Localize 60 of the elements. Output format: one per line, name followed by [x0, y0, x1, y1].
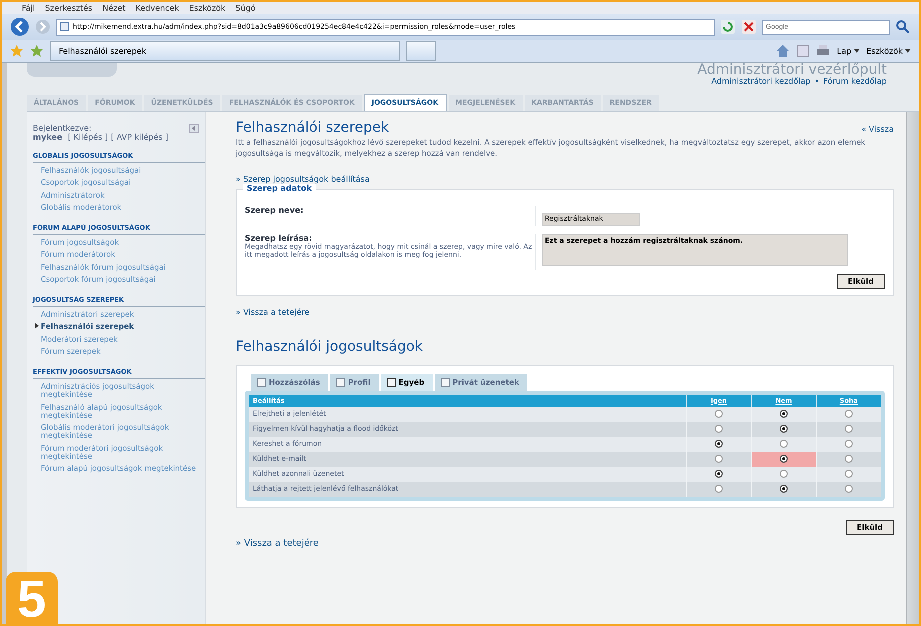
- menu-item[interactable]: Szerkesztés: [45, 4, 93, 12]
- radio-button[interactable]: [780, 455, 788, 464]
- header-link[interactable]: Fórum kezdőlap: [823, 77, 887, 86]
- menu-item[interactable]: Fájl: [22, 4, 36, 12]
- caret-icon: [854, 49, 860, 53]
- menu-item[interactable]: Kedvencek: [136, 4, 180, 12]
- collapse-icon[interactable]: [189, 124, 199, 133]
- page-icon: [60, 22, 70, 32]
- radio-button[interactable]: [715, 470, 723, 478]
- forward-icon[interactable]: [35, 19, 51, 35]
- menu-item[interactable]: Nézet: [102, 4, 126, 12]
- radio-button[interactable]: [715, 425, 723, 434]
- radio-button[interactable]: [715, 410, 723, 418]
- link-separator: •: [814, 77, 820, 86]
- radio-button[interactable]: [715, 455, 723, 464]
- star-plus-icon[interactable]: [30, 44, 44, 58]
- radio-button[interactable]: [845, 440, 853, 448]
- radio-button[interactable]: [715, 440, 723, 448]
- back-to-top-link[interactable]: » Vissza a tetejére: [236, 308, 894, 316]
- radio-button[interactable]: [845, 425, 853, 434]
- logout-link[interactable]: [ AVP kilépés ]: [111, 133, 168, 142]
- section-title: Felhasználói jogosultságok: [236, 338, 424, 354]
- radio-button[interactable]: [780, 440, 788, 448]
- back-to-top-link[interactable]: » Vissza a tetejére: [236, 538, 894, 548]
- menu-item[interactable]: Eszközök: [189, 4, 226, 12]
- back-link[interactable]: « Vissza: [862, 125, 894, 134]
- new-tab-button[interactable]: [406, 41, 436, 61]
- printer-icon[interactable]: [816, 44, 830, 58]
- logged-in-label: Bejelentkezve:: [33, 124, 92, 133]
- refresh-icon[interactable]: [720, 19, 736, 35]
- radio-button[interactable]: [715, 485, 723, 494]
- radio-button[interactable]: [845, 410, 853, 418]
- settings-link[interactable]: » Szerep jogosultságok beállítása: [236, 175, 894, 184]
- search-icon[interactable]: [895, 19, 911, 35]
- scrollbar[interactable]: [906, 112, 919, 624]
- radio-button[interactable]: [780, 485, 788, 494]
- username: mykee: [33, 133, 63, 142]
- menu-item[interactable]: Súgó: [236, 4, 256, 12]
- fieldset-legend: Szerep adatok: [243, 184, 316, 193]
- radio-button[interactable]: [780, 425, 788, 434]
- panel-title: Adminisztrátori vezérlőpult: [698, 63, 887, 77]
- radio-button[interactable]: [845, 485, 853, 494]
- radio-button[interactable]: [845, 455, 853, 464]
- close-icon[interactable]: [741, 19, 757, 35]
- caret-icon: [905, 49, 911, 53]
- figure-number-badge: 5: [6, 572, 58, 624]
- page-title: Felhasználói szerepek: [236, 120, 390, 136]
- toolbar-menu-button[interactable]: Eszközök: [866, 46, 911, 56]
- logout-link[interactable]: [ Kilépés ]: [68, 133, 108, 142]
- radio-button[interactable]: [780, 470, 788, 478]
- radio-button[interactable]: [780, 410, 788, 418]
- home-icon[interactable]: [776, 44, 790, 58]
- header-link[interactable]: Adminisztrátori kezdőlap: [712, 77, 811, 86]
- field-label: Szerep leírása:: [245, 234, 314, 242]
- star-icon[interactable]: [10, 44, 24, 58]
- back-icon[interactable]: [10, 17, 30, 37]
- toolbar-menu-button[interactable]: Lap: [837, 46, 860, 56]
- field-label: Szerep neve:: [245, 206, 305, 215]
- browser-tab[interactable]: Felhasználói szerepek: [50, 41, 400, 61]
- radio-button[interactable]: [845, 470, 853, 478]
